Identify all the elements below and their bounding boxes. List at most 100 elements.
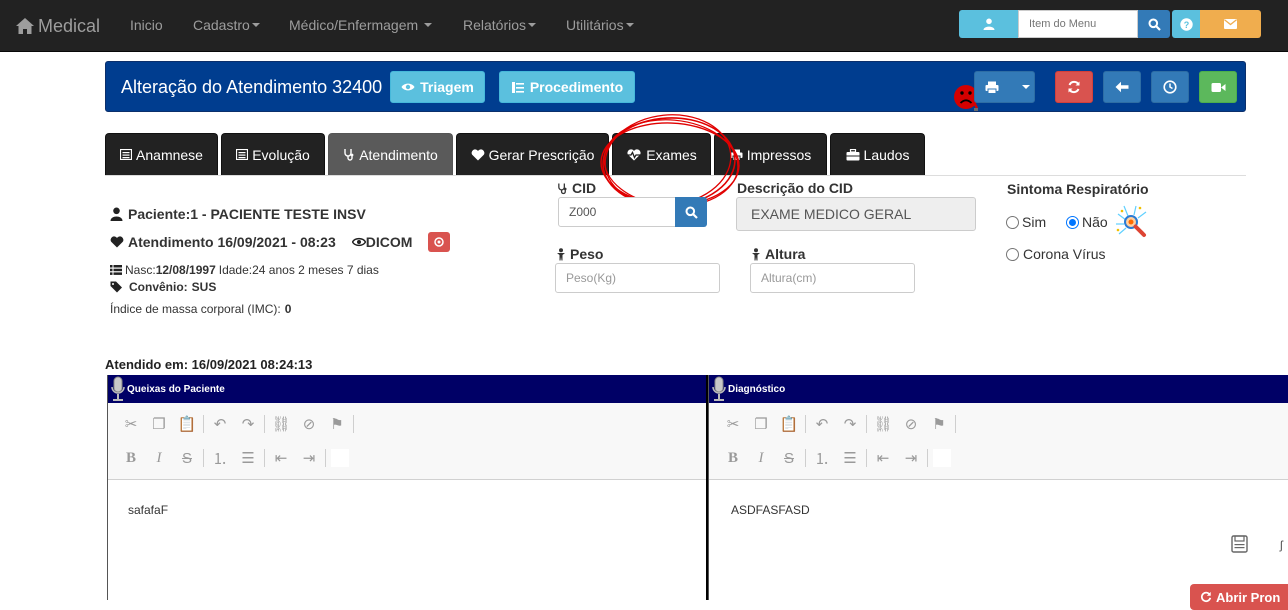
diagnostico-title-bar: Diagnóstico: [709, 375, 1288, 403]
italic-icon[interactable]: I: [747, 447, 775, 469]
microphone-icon[interactable]: [110, 376, 126, 402]
question-icon: ?: [1179, 17, 1193, 31]
nav-cadastro[interactable]: Cadastro: [193, 17, 260, 33]
nao-radio-option[interactable]: Não: [1066, 214, 1108, 230]
tab-impressos[interactable]: Impressos: [714, 133, 827, 175]
altura-label: Altura: [751, 246, 805, 262]
redo-icon[interactable]: ↷: [836, 413, 864, 435]
refresh-icon: [1200, 591, 1212, 603]
sintoma-respiratorio-label: Sintoma Respiratório: [1007, 181, 1149, 197]
abrir-prontuario-button[interactable]: Abrir Pron: [1190, 584, 1288, 610]
link-icon[interactable]: ⛓: [869, 413, 897, 435]
indent-icon[interactable]: ⇥: [897, 447, 925, 469]
caret-down-icon: [424, 23, 433, 27]
corona-radio-option[interactable]: Corona Vírus: [1006, 246, 1105, 262]
nav-medico-enfermagem[interactable]: Médico/Enfermagem: [289, 17, 433, 33]
color-swatch[interactable]: [933, 449, 951, 467]
outdent-icon[interactable]: ⇤: [267, 447, 295, 469]
tab-evolucao[interactable]: Evolução: [221, 133, 325, 175]
sim-radio[interactable]: [1006, 215, 1019, 229]
caret-down-icon: [251, 23, 260, 27]
user-button[interactable]: [959, 10, 1018, 38]
queixas-text[interactable]: safafaF: [128, 503, 168, 517]
sim-radio-option[interactable]: Sim: [1006, 214, 1046, 230]
child-icon: [556, 247, 566, 261]
tasks-icon: [511, 81, 525, 94]
menu-search-button[interactable]: [1138, 10, 1170, 38]
bullet-list-icon[interactable]: ☰: [234, 447, 262, 469]
user-icon: [983, 18, 995, 30]
nav-inicio[interactable]: Inicio: [130, 17, 163, 33]
queixas-toolbar: ✂ ❐ 📋 ↶ ↷ ⛓ ⊘ ⚑ B I S ⒈ ☰ ⇤ ⇥: [108, 403, 706, 480]
nav-relatorios[interactable]: Relatórios: [463, 17, 537, 33]
menu-search-input[interactable]: [1018, 10, 1138, 38]
child-icon: [751, 247, 761, 261]
list-alt-icon: [236, 149, 249, 160]
paste-icon[interactable]: 📋: [775, 413, 803, 435]
refresh-icon: [1067, 80, 1081, 94]
nav-utilitarios[interactable]: Utilitários: [566, 17, 634, 33]
help-button[interactable]: ?: [1172, 10, 1200, 38]
procedimento-button[interactable]: Procedimento: [499, 71, 635, 103]
numbered-list-icon[interactable]: ⒈: [206, 447, 234, 469]
refresh-button[interactable]: [1055, 71, 1093, 103]
unlink-icon[interactable]: ⊘: [295, 413, 323, 435]
undo-icon[interactable]: ↶: [206, 413, 234, 435]
diagnostico-text[interactable]: ASDFASFASD: [731, 503, 810, 517]
link-icon[interactable]: ⛓: [267, 413, 295, 435]
record-button[interactable]: [428, 232, 451, 252]
bullet-list-icon[interactable]: ☰: [836, 447, 864, 469]
brand[interactable]: Medical: [15, 14, 100, 38]
strikethrough-icon[interactable]: S: [775, 447, 803, 469]
copy-icon[interactable]: ❐: [747, 413, 775, 435]
desc-cid-input: EXAME MEDICO GERAL: [736, 197, 976, 231]
numbered-list-icon[interactable]: ⒈: [808, 447, 836, 469]
tabs-baseline: [105, 175, 1246, 176]
color-swatch[interactable]: [331, 449, 349, 467]
cid-search-button[interactable]: [675, 197, 707, 227]
caret-down-icon: [1022, 85, 1030, 89]
paste-icon[interactable]: 📋: [173, 413, 201, 435]
svg-text:?: ?: [1183, 20, 1189, 30]
dicom-link[interactable]: DICOM: [351, 234, 412, 250]
print-dropdown-button[interactable]: [974, 71, 1035, 103]
queixas-title-bar: Queixas do Paciente: [108, 375, 706, 403]
mail-button[interactable]: [1200, 10, 1261, 38]
save-icon[interactable]: [1231, 535, 1248, 553]
tab-atendimento[interactable]: Atendimento: [328, 133, 453, 175]
italic-icon[interactable]: I: [145, 447, 173, 469]
stethoscope-icon: [557, 182, 568, 195]
bold-icon[interactable]: B: [719, 447, 747, 469]
nao-radio[interactable]: [1066, 215, 1079, 229]
top-navbar: Medical Inicio Cadastro Médico/Enfermage…: [0, 0, 1288, 52]
unlink-icon[interactable]: ⊘: [897, 413, 925, 435]
copy-icon[interactable]: ❐: [145, 413, 173, 435]
cid-input[interactable]: Z000: [558, 197, 676, 227]
anchor-flag-icon[interactable]: ⚑: [323, 413, 351, 435]
redo-icon[interactable]: ↷: [234, 413, 262, 435]
briefcase-icon: [846, 148, 860, 161]
history-button[interactable]: [1151, 71, 1189, 103]
outdent-icon[interactable]: ⇤: [869, 447, 897, 469]
indent-icon[interactable]: ⇥: [295, 447, 323, 469]
tab-anamnese[interactable]: Anamnese: [105, 133, 218, 175]
imc-line: Índice de massa corporal (IMC): 0: [110, 302, 292, 316]
video-call-button[interactable]: [1199, 71, 1237, 103]
microphone-icon[interactable]: [711, 376, 727, 402]
peso-input[interactable]: Peso(Kg): [555, 263, 720, 293]
undo-icon[interactable]: ↶: [808, 413, 836, 435]
cut-icon[interactable]: ✂: [719, 413, 747, 435]
tab-laudos[interactable]: Laudos: [830, 133, 925, 175]
back-button[interactable]: [1103, 71, 1141, 103]
strikethrough-icon[interactable]: S: [173, 447, 201, 469]
nasc-line: Nasc: 12/08/1997 Idade:24 anos 2 meses 7…: [110, 263, 379, 277]
cut-icon[interactable]: ✂: [117, 413, 145, 435]
corona-radio[interactable]: [1006, 247, 1019, 261]
anchor-flag-icon[interactable]: ⚑: [925, 413, 953, 435]
tab-gerar-prescricao[interactable]: Gerar Prescrição: [456, 133, 609, 175]
tab-exames[interactable]: Exames: [612, 133, 711, 175]
triagem-button[interactable]: Triagem: [390, 71, 485, 103]
bold-icon[interactable]: B: [117, 447, 145, 469]
idade: Idade:24 anos 2 meses 7 dias: [218, 263, 379, 277]
altura-input[interactable]: Altura(cm): [750, 263, 915, 293]
